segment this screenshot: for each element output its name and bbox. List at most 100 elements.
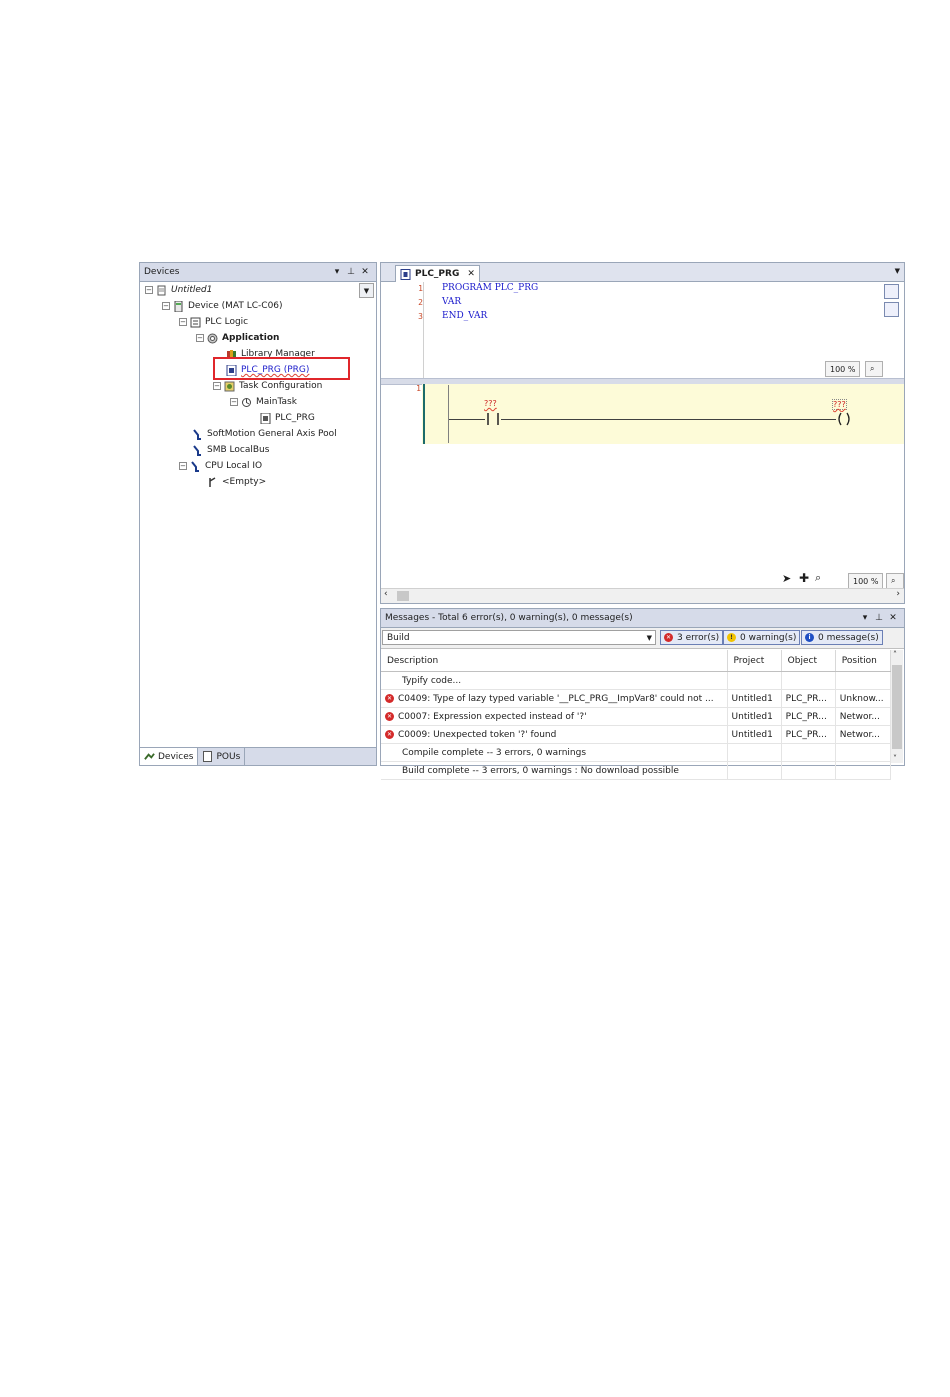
collapse-icon[interactable]: − (179, 318, 187, 326)
tree-item-task-configuration[interactable]: − Task Configuration (213, 379, 322, 393)
message-filter-bar: Build ▼ ✕ 3 error(s) ! 0 warning(s) i 0 … (381, 628, 904, 649)
tree-item-device[interactable]: − Device (MAT LC-C06) (162, 299, 283, 313)
collapse-icon[interactable]: − (196, 334, 204, 342)
error-icon: ✕ (664, 633, 673, 642)
table-row[interactable]: Compile complete -- 3 errors, 0 warnings (381, 743, 892, 762)
cell-project: Untitled1 (727, 725, 782, 744)
tab-devices[interactable]: Devices (140, 748, 199, 765)
ladder-zoom-level[interactable]: 100 % (848, 573, 884, 589)
contact-variable[interactable]: ??? (484, 399, 497, 408)
tree-item-smb-localbus[interactable]: SMB LocalBus (192, 443, 269, 457)
line-number: 1 (418, 284, 423, 293)
close-icon[interactable]: ✕ (358, 267, 372, 277)
dropdown-icon[interactable]: ▾ (330, 267, 344, 277)
tree-item-softmotion[interactable]: SoftMotion General Axis Pool (192, 427, 337, 441)
messages-title: Messages - Total 6 error(s), 0 warning(s… (385, 613, 633, 623)
table-row[interactable]: ✕ C0007: Expression expected instead of '… (381, 707, 892, 726)
pous-tab-icon (202, 751, 213, 762)
column-header-position[interactable]: Position (835, 650, 892, 672)
axis-pool-icon (192, 428, 203, 440)
messages-count: 0 message(s) (818, 632, 879, 643)
cell-position (835, 743, 892, 762)
pin-icon[interactable]: ⊥ (344, 267, 358, 277)
network-number: 1 (416, 384, 421, 393)
move-tool-icon[interactable]: ✚ (799, 571, 809, 585)
scroll-down-icon[interactable]: ˅ (893, 754, 897, 763)
table-row[interactable]: ✕ C0009: Unexpected token '?' found Untit… (381, 725, 892, 744)
code-line[interactable]: END_VAR (442, 311, 487, 321)
collapse-icon[interactable]: − (230, 398, 238, 406)
tree-item-plc-logic[interactable]: − PLC Logic (179, 315, 248, 329)
close-icon[interactable]: ✕ (886, 613, 900, 623)
column-header-object[interactable]: Object (781, 650, 836, 672)
contact-element[interactable] (485, 412, 501, 426)
code-line[interactable]: VAR (442, 297, 461, 307)
cell-description: Compile complete -- 3 errors, 0 warnings (381, 743, 728, 762)
zoom-level[interactable]: 100 % (825, 361, 861, 377)
pin-icon[interactable]: ⊥ (872, 613, 886, 623)
tree-item-label: SMB LocalBus (207, 445, 270, 455)
editor-pane: PLC_PRG ✕ ▼ 1 PROGRAM PLC_PRG 2 VAR 3 EN… (380, 262, 905, 604)
tree-item-plc-prg-call[interactable]: PLC_PRG (260, 411, 315, 425)
close-tab-icon[interactable]: ✕ (467, 269, 475, 279)
tree-item-empty-slot[interactable]: <Empty> (207, 475, 266, 489)
column-header-description[interactable]: Description (381, 650, 728, 672)
tree-item-label: Untitled1 (171, 285, 213, 295)
scroll-up-icon[interactable]: ˄ (893, 650, 897, 659)
cell-project (727, 671, 782, 690)
collapse-icon[interactable]: − (145, 286, 153, 294)
messages-filter-button[interactable]: i 0 message(s) (801, 630, 883, 645)
description-text: C0007: Expression expected instead of '?… (398, 711, 587, 722)
dropdown-icon[interactable]: ▾ (858, 613, 872, 623)
code-line[interactable]: PROGRAM PLC_PRG (442, 283, 538, 293)
zoom-icon[interactable]: ⌕ (865, 361, 883, 377)
pointer-tool-icon[interactable]: ➤ (782, 572, 791, 585)
coil-variable[interactable]: ??? (832, 399, 847, 410)
table-row[interactable]: ✕ C0409: Type of lazy typed variable '__P… (381, 689, 892, 708)
collapse-icon[interactable]: − (162, 302, 170, 310)
cell-description: ✕ C0409: Type of lazy typed variable '__P… (381, 689, 728, 708)
coil-element[interactable] (836, 412, 852, 426)
horizontal-scrollbar[interactable]: ‹ › (381, 588, 904, 603)
tree-combo-dropdown-icon[interactable]: ▼ (359, 283, 374, 298)
textual-view-icon[interactable] (884, 284, 899, 299)
tab-label: POUs (216, 751, 241, 762)
cell-position: Unknow... (835, 689, 892, 708)
message-category-select[interactable]: Build ▼ (382, 630, 656, 645)
column-header-project[interactable]: Project (727, 650, 782, 672)
collapse-icon[interactable]: − (179, 462, 187, 470)
error-icon: ✕ (385, 711, 394, 721)
tree-item-application[interactable]: − Application (196, 331, 279, 345)
messages-pane: Messages - Total 6 error(s), 0 warning(s… (380, 608, 905, 780)
table-row[interactable]: Build complete -- 3 errors, 0 warnings :… (381, 761, 892, 780)
errors-filter-button[interactable]: ✕ 3 error(s) (660, 630, 724, 645)
tab-pous[interactable]: POUs (198, 748, 246, 765)
description-text: C0409: Type of lazy typed variable '__PL… (398, 693, 714, 704)
cell-position: Networ... (835, 707, 892, 726)
warnings-filter-button[interactable]: ! 0 warning(s) (723, 630, 801, 645)
tabular-view-icon[interactable] (884, 302, 899, 317)
tab-list-dropdown-icon[interactable]: ▼ (895, 267, 900, 275)
scroll-left-icon[interactable]: ‹ (384, 589, 388, 599)
scroll-right-icon[interactable]: › (896, 589, 900, 599)
highlight-box (213, 357, 350, 380)
tree-item-maintask[interactable]: − MainTask (230, 395, 297, 409)
collapse-icon[interactable]: − (213, 382, 221, 390)
table-row[interactable]: Typify code... (381, 671, 892, 690)
tree-item-label: MainTask (256, 397, 297, 407)
declaration-editor[interactable]: 1 PROGRAM PLC_PRG 2 VAR 3 END_VAR 100 % … (381, 282, 903, 378)
scroll-thumb[interactable] (892, 665, 902, 749)
tab-plc-prg[interactable]: PLC_PRG ✕ (395, 265, 480, 282)
ladder-wire (449, 419, 839, 420)
ladder-zoom-icon[interactable]: ⌕ (886, 573, 904, 589)
tree-item-cpu-local-io[interactable]: − CPU Local IO (179, 459, 262, 473)
cell-description: Typify code... (381, 671, 728, 690)
cell-project: Untitled1 (727, 707, 782, 726)
scroll-thumb[interactable] (397, 591, 409, 601)
cell-object (781, 761, 836, 780)
tree-item-project[interactable]: − Untitled1 (145, 283, 212, 297)
gutter-divider (423, 282, 424, 378)
tree-item-label: PLC_PRG (275, 413, 315, 423)
warnings-count: 0 warning(s) (740, 632, 797, 643)
magnifier-icon[interactable]: ⌕ (815, 571, 821, 585)
